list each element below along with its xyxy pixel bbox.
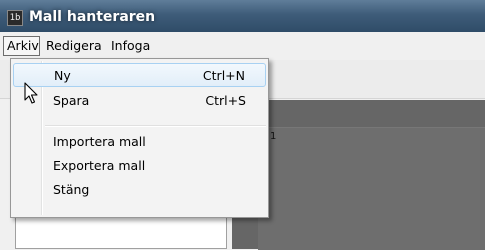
menu-item-shortcut: Ctrl+S bbox=[205, 93, 246, 108]
menu-item-spara[interactable]: Spara Ctrl+S bbox=[13, 89, 266, 113]
menu-arkiv[interactable]: Arkiv bbox=[3, 36, 40, 56]
mouse-cursor-icon bbox=[24, 82, 38, 104]
menu-item-label: Stäng bbox=[53, 182, 90, 197]
arkiv-dropdown-menu: Ny Ctrl+N Spara Ctrl+S Importera mall Ex… bbox=[10, 58, 269, 218]
canvas-page[interactable] bbox=[258, 127, 485, 250]
menu-item-shortcut: Ctrl+N bbox=[202, 68, 245, 83]
menu-item-exportera-mall[interactable]: Exportera mall bbox=[13, 154, 266, 178]
menu-item-ny[interactable]: Ny Ctrl+N bbox=[13, 63, 266, 87]
menu-item-stang[interactable]: Stäng bbox=[13, 178, 266, 202]
canvas-label: 1 bbox=[270, 131, 277, 142]
menu-bar: Arkiv Redigera Infoga bbox=[0, 36, 485, 56]
menu-separator bbox=[45, 125, 266, 127]
window-title: Mall hanteraren bbox=[29, 9, 156, 25]
menu-item-importera-mall[interactable]: Importera mall bbox=[13, 130, 266, 154]
menu-item-label: Exportera mall bbox=[53, 158, 146, 173]
menu-redigera[interactable]: Redigera bbox=[43, 36, 105, 56]
menu-item-label: Ny bbox=[54, 68, 71, 83]
app-icon: 1b bbox=[7, 10, 23, 26]
menu-infoga[interactable]: Infoga bbox=[108, 36, 153, 56]
menu-item-label: Importera mall bbox=[53, 134, 146, 149]
menu-item-label: Spara bbox=[53, 93, 90, 108]
title-bar[interactable]: 1b Mall hanteraren bbox=[0, 0, 485, 32]
